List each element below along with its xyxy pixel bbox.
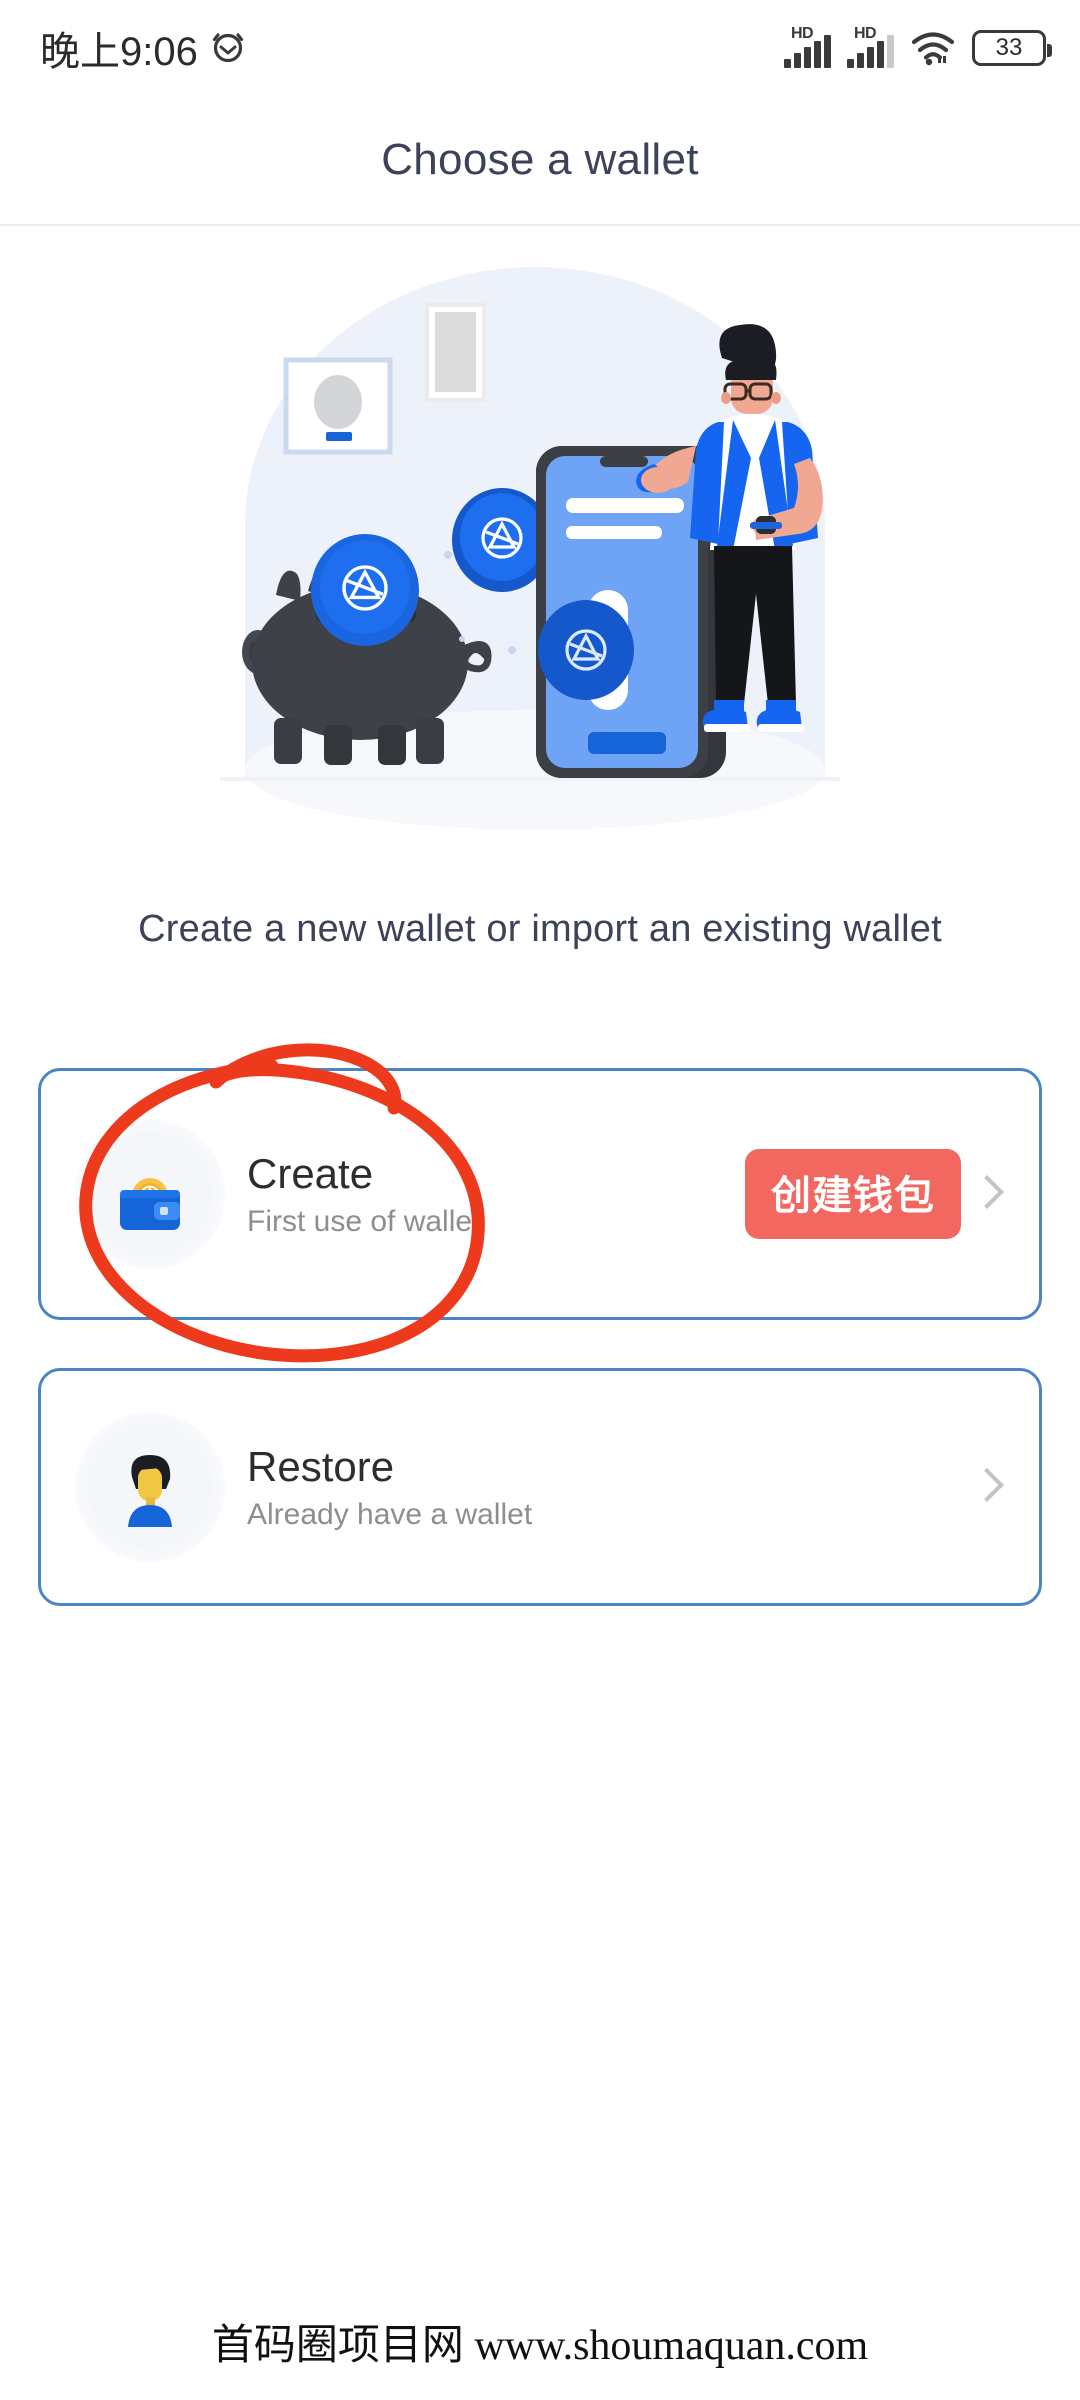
- status-bar-right: HD HD 33: [784, 25, 1052, 68]
- signal-icon-sim1: HD: [784, 25, 831, 68]
- chevron-right-icon[interactable]: [971, 1177, 1005, 1211]
- status-time: 晚上9:06: [40, 30, 198, 74]
- card-title-restore: Restore: [247, 1443, 395, 1491]
- chevron-right-icon[interactable]: [971, 1470, 1005, 1504]
- create-wallet-badge[interactable]: 创建钱包: [745, 1149, 961, 1239]
- wifi-icon: [910, 30, 956, 66]
- coin-in-piggy: [311, 534, 419, 646]
- wallet-onboarding-illustration: [190, 250, 890, 850]
- card-text-block-create: Create First use of wallet: [247, 1149, 745, 1239]
- main-subtitle: Create a new wallet or import an existin…: [138, 908, 942, 950]
- battery-icon: 33: [972, 30, 1052, 66]
- card-subtitle-create: First use of wallet: [247, 1204, 481, 1238]
- footer-watermark: 首码圈项目网 www.shoumaquan.com: [211, 2323, 869, 2369]
- illustration-container: [0, 250, 1080, 870]
- alarm-clock-icon: [208, 26, 248, 71]
- option-card-create[interactable]: Create First use of wallet 创建钱包: [38, 1068, 1042, 1320]
- status-bar: 晚上9:06 HD HD 33: [0, 0, 1080, 96]
- card-text-block-restore: Restore Already have a wallet: [247, 1442, 971, 1532]
- option-card-restore[interactable]: Restore Already have a wallet: [38, 1368, 1042, 1606]
- battery-level: 33: [995, 34, 1023, 61]
- app-header: Choose a wallet: [0, 96, 1080, 226]
- wallet-with-coin-icon: [75, 1119, 225, 1269]
- hd-label-sim2: HD: [854, 25, 877, 42]
- page-title: Choose a wallet: [381, 135, 699, 184]
- status-bar-left: 晚上9:06: [40, 19, 248, 77]
- card-subtitle-restore: Already have a wallet: [247, 1497, 533, 1531]
- user-avatar-icon: [75, 1412, 225, 1562]
- card-title-create: Create: [247, 1150, 374, 1198]
- signal-icon-sim2: HD: [847, 25, 894, 68]
- hd-label-sim1: HD: [791, 25, 814, 42]
